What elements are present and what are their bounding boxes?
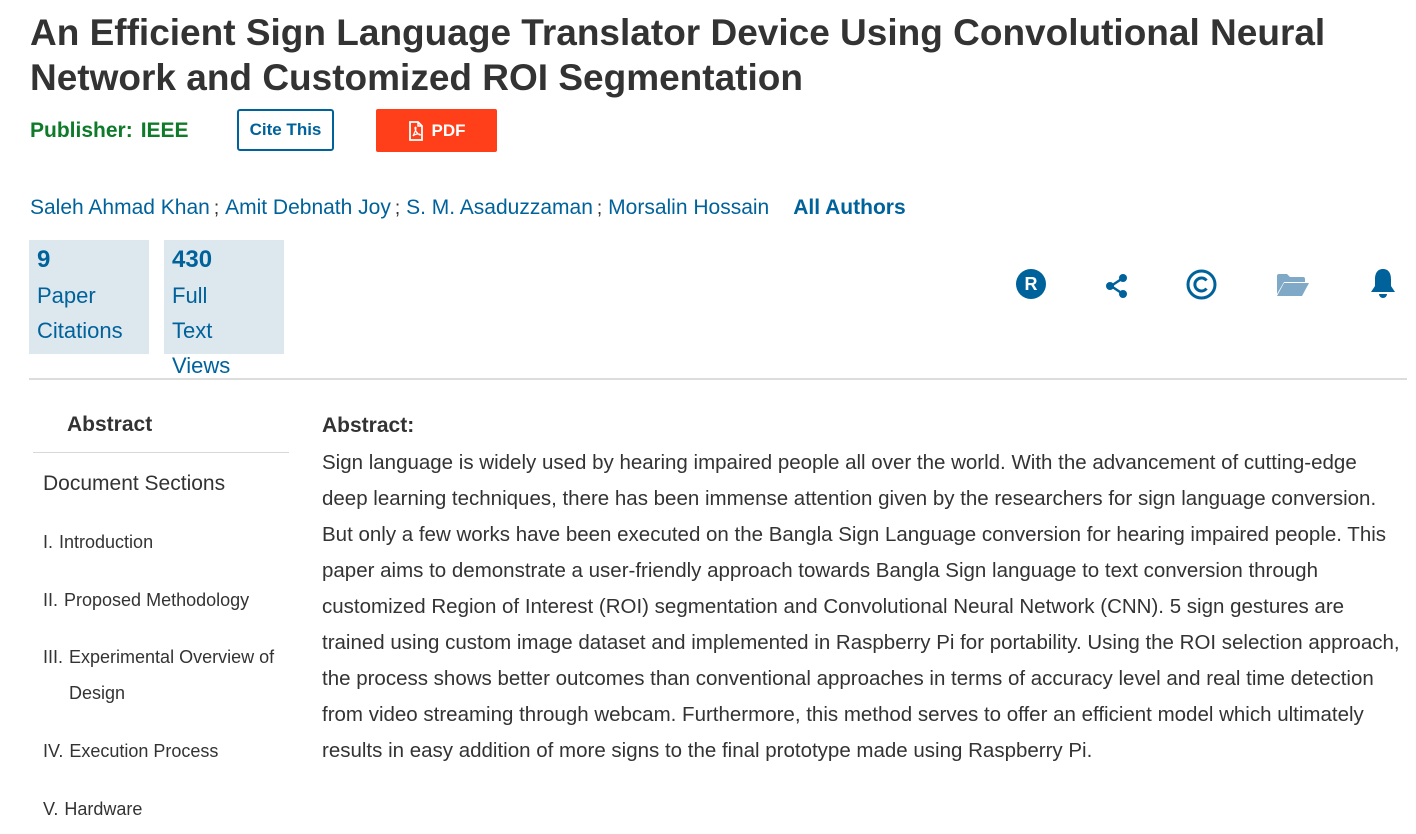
sidebar-item-introduction[interactable]: I. Introduction bbox=[43, 524, 283, 560]
toc-label: Introduction bbox=[59, 532, 154, 552]
svg-text:R: R bbox=[1025, 274, 1038, 294]
share-icon[interactable] bbox=[1104, 273, 1130, 299]
author-link[interactable]: Saleh Ahmad Khan bbox=[30, 196, 210, 219]
views-count: 430 bbox=[172, 246, 213, 273]
sidebar-divider bbox=[33, 452, 289, 453]
citations-label-line2: Citations bbox=[37, 318, 123, 343]
toc-number: IV. bbox=[43, 741, 64, 761]
sidebar-abstract-link[interactable]: Abstract bbox=[67, 413, 152, 437]
toc-label: Experimental Overview of Design bbox=[69, 647, 275, 703]
toc-label: Execution Process bbox=[69, 741, 219, 761]
publisher-name: IEEE bbox=[140, 119, 189, 142]
pdf-button[interactable]: PDF bbox=[376, 109, 497, 152]
author-separator: ; bbox=[213, 198, 220, 219]
full-text-views-metric[interactable]: 430 Full Text Views bbox=[164, 240, 284, 378]
toc-label: Hardware bbox=[64, 799, 143, 819]
article-title: An Efficient Sign Language Translator De… bbox=[30, 12, 1326, 98]
sidebar-item-execution-process[interactable]: IV. Execution Process bbox=[43, 733, 283, 769]
author-separator: ; bbox=[394, 198, 401, 219]
toc-number: V. bbox=[43, 799, 59, 819]
folder-icon[interactable] bbox=[1275, 272, 1311, 298]
cite-this-button[interactable]: Cite This bbox=[237, 109, 334, 151]
bell-icon[interactable] bbox=[1368, 267, 1398, 300]
author-separator: ; bbox=[596, 198, 603, 219]
copyright-icon[interactable] bbox=[1186, 269, 1217, 300]
pdf-icon bbox=[408, 120, 424, 141]
author-link[interactable]: S. M. Asaduzzaman bbox=[406, 196, 593, 219]
abstract-text: Sign language is widely used by hearing … bbox=[322, 451, 1400, 762]
document-sections-heading: Document Sections bbox=[43, 472, 226, 495]
toc-number: II. bbox=[43, 590, 59, 610]
views-label-line1: Full bbox=[172, 283, 208, 308]
citations-count: 9 bbox=[37, 246, 51, 273]
pdf-label: PDF bbox=[431, 120, 466, 140]
citations-label-line1: Paper bbox=[37, 283, 96, 308]
sidebar-item-proposed-methodology[interactable]: II. Proposed Methodology bbox=[43, 582, 283, 618]
sidebar-item-experimental-overview[interactable]: III. Experimental Overview of Design bbox=[43, 639, 283, 711]
toc-label: Proposed Methodology bbox=[64, 590, 250, 610]
author-link[interactable]: Amit Debnath Joy bbox=[225, 196, 391, 219]
author-link[interactable]: Morsalin Hossain bbox=[608, 196, 769, 219]
abstract-heading: Abstract: bbox=[322, 414, 415, 437]
publisher-line: Publisher: IEEE bbox=[30, 119, 189, 143]
rights-icon[interactable]: R bbox=[1015, 268, 1047, 300]
author-list: Saleh Ahmad Khan; Amit Debnath Joy; S. M. … bbox=[30, 196, 906, 220]
toc-number: III. bbox=[43, 647, 64, 667]
header-divider bbox=[29, 378, 1407, 380]
publisher-label: Publisher: bbox=[30, 119, 133, 142]
sidebar-item-hardware[interactable]: V. Hardware bbox=[43, 791, 283, 827]
views-label-line2: Text Views bbox=[172, 318, 231, 378]
all-authors-link[interactable]: All Authors bbox=[793, 196, 905, 219]
toc-number: I. bbox=[43, 532, 54, 552]
paper-citations-metric[interactable]: 9 Paper Citations bbox=[29, 240, 149, 354]
